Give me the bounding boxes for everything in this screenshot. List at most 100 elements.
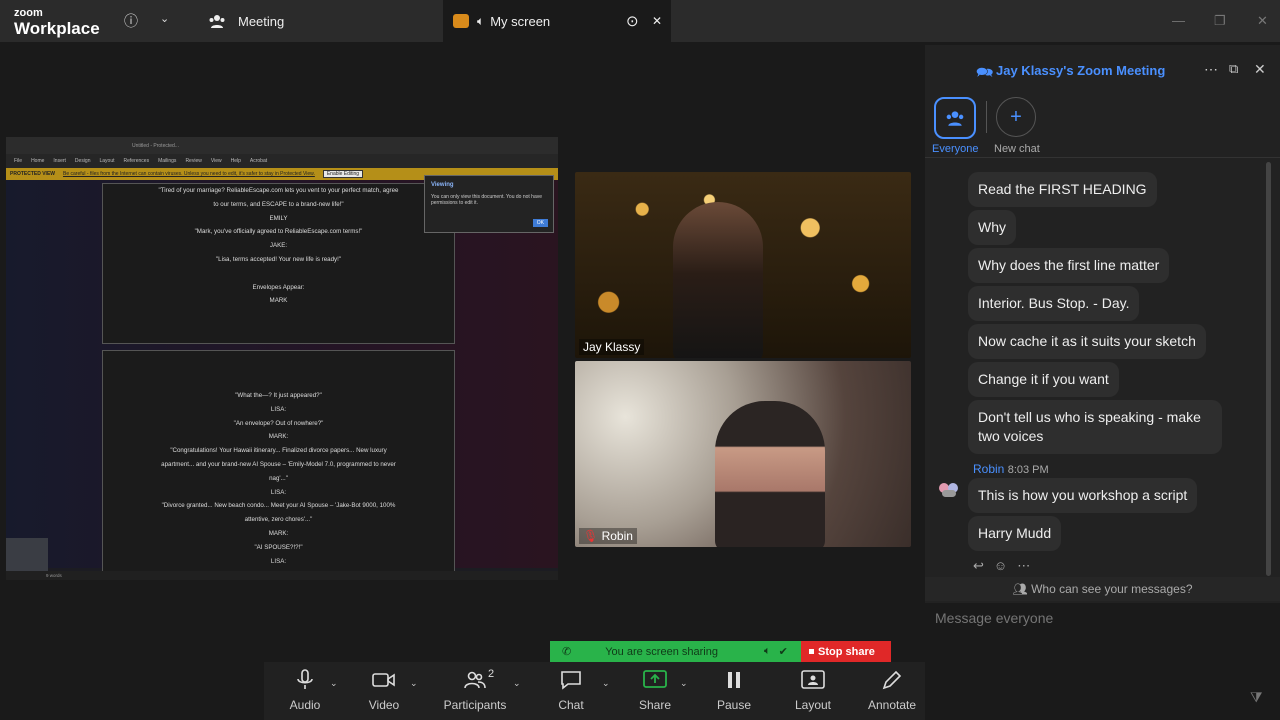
tab-my-screen[interactable]: 🔈︎ My screen ⊙ ✕ [443,0,671,42]
video-tile-robin[interactable]: 🎙︎ Robin [575,361,911,547]
stop-share-button[interactable]: Stop share [801,641,891,662]
doc-line: "What the—? It just appeared?" [235,392,322,399]
doc-title: Untitled - Protected... [132,142,179,149]
doc-menu-item[interactable]: Layout [100,158,115,164]
doc-line: LISA: [270,405,287,413]
doc-menu-item[interactable]: Design [75,158,91,164]
doc-menu-item[interactable]: Help [231,158,241,164]
screen-share-bar: ✆ You are screen sharing 🔈︎ ✔ Stop share [550,641,891,662]
doc-menu-item[interactable]: References [124,158,150,164]
doc-menu-item[interactable]: Acrobat [250,158,267,164]
chevron-down-icon[interactable]: ⌄ [410,678,418,689]
chat-header: 🗪︎ Jay Klassy's Zoom Meeting ⋯ ⧉ ✕ [925,45,1280,95]
doc-line: "AI SPOUSE?!?!" [254,543,303,551]
toolbar-button-participants[interactable]: 2 Participants [435,662,515,720]
chat-message[interactable]: Change it if you want [968,362,1119,397]
who-can-see-link[interactable]: 👥︎ Who can see your messages? [925,577,1280,601]
message-input[interactable] [925,603,1280,633]
people-icon: 👥︎ [1012,582,1028,596]
doc-menu-item[interactable]: Mailings [158,158,176,164]
sender-name[interactable]: Robin [973,462,1004,476]
chat-message[interactable]: Harry Mudd [968,516,1062,551]
video-name-robin: 🎙︎ Robin [579,528,637,544]
toolbar-button-chat[interactable]: Chat [531,662,611,720]
audio-share-icon[interactable]: 🔈︎ [764,645,771,658]
pop-out-icon[interactable]: ⧉ [1229,61,1238,77]
doc-line: to our terms, and ESCAPE to a brand-new … [213,200,344,208]
window-close-icon[interactable]: ✕ [1257,13,1268,29]
toolbar-button-annotate[interactable]: Annotate [852,662,932,720]
doc-line: "Mark, you've officially agreed to Relia… [194,228,363,236]
toolbar-button-layout[interactable]: Layout [773,662,853,720]
tab-meeting[interactable]: Meeting [200,0,440,42]
minimize-icon[interactable]: — [1172,13,1185,28]
stop-share-label: Stop share [818,645,875,658]
doc-menu-item[interactable]: Review [185,158,201,164]
chat-message[interactable]: Don't tell us who is speaking - make two… [968,400,1222,454]
more-icon[interactable]: ⋯ [1017,558,1030,574]
phone-icon: ✆ [562,646,572,658]
viewing-popup: Viewing You can only view this document.… [424,175,554,233]
message-input-area: ⧩ [925,603,1280,720]
more-icon[interactable]: ⋯ [1204,61,1218,78]
toolbar-button-pause[interactable]: Pause [694,662,774,720]
screen-share-icon [453,14,469,28]
chat-scrollbar[interactable] [1266,162,1271,576]
chevron-down-icon[interactable]: ⌄ [160,12,169,25]
chat-icon [531,662,611,698]
divider [986,101,987,133]
chat-panel: 🗪︎ Jay Klassy's Zoom Meeting ⋯ ⧉ ✕ Every… [925,45,1280,720]
close-chat-icon[interactable]: ✕ [1254,61,1266,78]
brand-top: zoom [14,7,43,19]
close-icon[interactable]: ✕ [652,14,662,28]
chevron-down-icon[interactable]: ⌄ [680,678,688,689]
chat-message[interactable]: This is how you workshop a script [968,478,1198,513]
shared-screen: Untitled - Protected... File Home Insert De… [6,137,558,580]
protected-view-label: PROTECTED VIEW [10,171,56,177]
toolbar-label: Annotate [867,698,917,712]
toolbar-button-audio[interactable]: Audio [265,662,345,720]
message-actions: ↩ ☺ ⋯ [973,558,1030,574]
ok-button[interactable]: OK [532,219,548,227]
chevron-down-icon[interactable]: ⌄ [330,678,338,689]
tab-meeting-label: Meeting [238,13,285,29]
doc-line: EMILY [269,214,288,222]
doc-page-2: "What the—? It just appeared?" LISA: "An e… [102,350,455,580]
everyone-chat-button[interactable] [934,97,976,139]
everyone-label: Everyone [932,143,979,155]
doc-page-1: "Tired of your marriage? ReliableEscape.… [102,183,455,344]
toolbar-label: Share [638,698,672,712]
chat-message[interactable]: Why does the first line matter [968,248,1170,283]
doc-line: MARK [269,297,288,305]
doc-menu-item[interactable]: Home [31,158,44,164]
doc-line: "Tired of your marriage? ReliableEscape.… [158,187,399,194]
everyone-icon [946,111,964,126]
chevron-down-icon[interactable]: ⌄ [513,678,521,689]
doc-menu-item[interactable]: View [211,158,222,164]
layout-icon [773,662,853,698]
chevron-down-icon[interactable]: ⌄ [602,678,610,689]
viewing-title: Viewing [431,182,454,188]
doc-menu-item[interactable]: Insert [53,158,66,164]
plus-icon: + [1010,105,1022,128]
emoji-icon[interactable]: ☺ [994,558,1007,574]
doc-menu-item[interactable]: File [14,158,22,164]
chat-message[interactable]: Read the FIRST HEADING [968,172,1157,207]
chat-message[interactable]: Why [968,210,1016,245]
enable-editing-button[interactable]: Enable Editing [322,170,364,178]
new-chat-button[interactable]: + [996,97,1036,137]
chat-message[interactable]: Now cache it as it suits your sketch [968,324,1206,359]
video-tile-jay[interactable]: Jay Klassy [575,172,911,358]
chat-message[interactable]: Interior. Bus Stop. - Day. [968,286,1140,321]
toolbar-button-video[interactable]: Video [344,662,424,720]
doc-line [103,267,454,281]
filter-icon[interactable]: ⧩ [1250,689,1263,706]
toolbar-button-share[interactable]: Share [615,662,695,720]
more-options-icon[interactable]: ⊙ [626,12,639,30]
doc-line: "Lisa, terms accepted! Your new life is … [215,255,342,263]
reply-icon[interactable]: ↩ [973,558,984,574]
maximize-icon[interactable]: ❐ [1214,13,1226,29]
shield-icon: ✔ [778,646,788,658]
info-icon[interactable]: ⓘ [124,11,138,31]
toolbar-label: Pause [716,698,752,712]
